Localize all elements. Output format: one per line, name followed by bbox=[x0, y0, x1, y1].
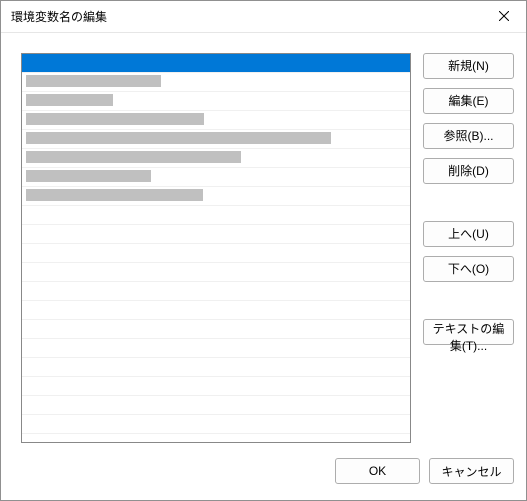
list-item[interactable] bbox=[22, 415, 410, 434]
dialog-footer: OK キャンセル bbox=[1, 455, 526, 500]
list-item[interactable] bbox=[22, 377, 410, 396]
list-item[interactable] bbox=[22, 301, 410, 320]
list-item[interactable] bbox=[22, 282, 410, 301]
moveup-button[interactable]: 上へ(U) bbox=[423, 221, 514, 247]
redacted-path bbox=[26, 75, 161, 87]
redacted-path bbox=[26, 132, 331, 144]
list-item[interactable] bbox=[22, 206, 410, 225]
edit-button[interactable]: 編集(E) bbox=[423, 88, 514, 114]
path-listbox[interactable] bbox=[21, 53, 411, 443]
delete-button[interactable]: 削除(D) bbox=[423, 158, 514, 184]
dialog-body: 新規(N) 編集(E) 参照(B)... 削除(D) 上へ(U) 下へ(O) テ… bbox=[1, 33, 526, 455]
list-item[interactable] bbox=[22, 149, 410, 168]
redacted-path bbox=[26, 113, 204, 125]
redacted-path bbox=[26, 170, 151, 182]
new-button[interactable]: 新規(N) bbox=[423, 53, 514, 79]
env-var-edit-dialog: 環境変数名の編集 新規(N) 編集(E) 参照(B)... 削除(D) 上へ(U… bbox=[0, 0, 527, 501]
edittext-button[interactable]: テキストの編集(T)... bbox=[423, 319, 514, 345]
list-item[interactable] bbox=[22, 339, 410, 358]
spacer bbox=[423, 291, 514, 310]
list-item[interactable] bbox=[22, 54, 410, 73]
redacted-path bbox=[26, 94, 113, 106]
redacted-path bbox=[26, 57, 404, 70]
ok-button[interactable]: OK bbox=[335, 458, 420, 484]
list-item[interactable] bbox=[22, 73, 410, 92]
list-item[interactable] bbox=[22, 168, 410, 187]
redacted-path bbox=[26, 151, 241, 163]
titlebar: 環境変数名の編集 bbox=[1, 1, 526, 33]
movedown-button[interactable]: 下へ(O) bbox=[423, 256, 514, 282]
list-item[interactable] bbox=[22, 396, 410, 415]
cancel-button[interactable]: キャンセル bbox=[429, 458, 514, 484]
list-item[interactable] bbox=[22, 244, 410, 263]
list-item[interactable] bbox=[22, 320, 410, 339]
list-item[interactable] bbox=[22, 187, 410, 206]
dialog-title: 環境変数名の編集 bbox=[11, 8, 107, 25]
list-item[interactable] bbox=[22, 130, 410, 149]
list-item[interactable] bbox=[22, 358, 410, 377]
redacted-path bbox=[26, 189, 203, 201]
close-icon bbox=[499, 11, 509, 21]
browse-button[interactable]: 参照(B)... bbox=[423, 123, 514, 149]
list-item[interactable] bbox=[22, 225, 410, 244]
side-buttons: 新規(N) 編集(E) 参照(B)... 削除(D) 上へ(U) 下へ(O) テ… bbox=[423, 53, 514, 443]
close-button[interactable] bbox=[482, 1, 526, 31]
spacer bbox=[423, 193, 514, 212]
list-item[interactable] bbox=[22, 111, 410, 130]
list-item[interactable] bbox=[22, 263, 410, 282]
list-item[interactable] bbox=[22, 92, 410, 111]
